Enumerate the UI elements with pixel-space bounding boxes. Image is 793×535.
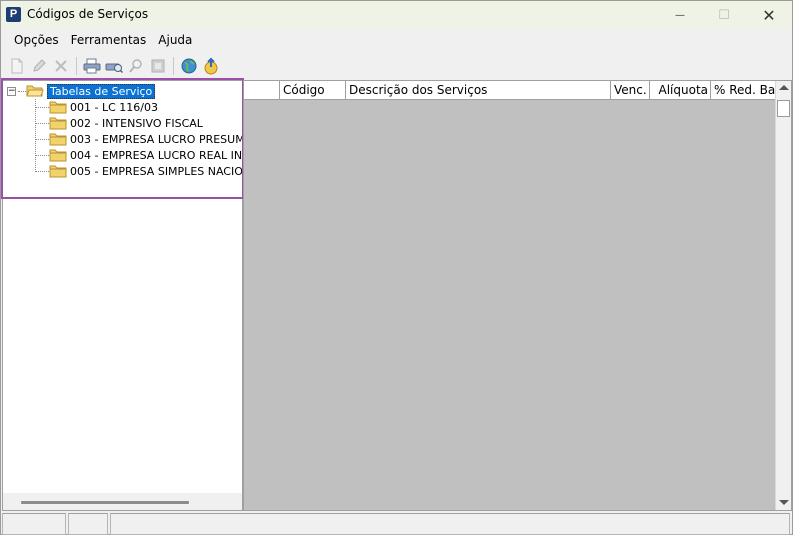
tree-item-label: 004 - EMPRESA LUCRO REAL INTEN [70,148,243,162]
column-header-venc[interactable]: Venc. [611,81,650,100]
tree-root-label[interactable]: Tabelas de Serviço [47,83,156,99]
tree-item-label: 003 - EMPRESA LUCRO PRESUMIDO [70,132,243,146]
services-grid[interactable]: Código Descrição dos Serviços Venc. Alíq… [243,80,792,511]
folder-icon [49,101,67,114]
new-document-icon[interactable] [7,56,27,76]
column-header-codigo[interactable]: Código [280,81,346,100]
tree-item-label: 002 - INTENSIVO FISCAL [70,116,203,130]
delete-x-icon[interactable] [51,56,71,76]
print-icon[interactable] [82,56,102,76]
window-title: Códigos de Serviços [27,7,149,21]
minimize-icon: — [675,9,685,21]
maximize-icon: ☐ [718,7,730,23]
column-header-descricao[interactable]: Descrição dos Serviços [346,81,611,100]
print-preview-icon[interactable] [104,56,124,76]
export-icon[interactable] [148,56,168,76]
toolbar-separator [173,57,174,75]
app-logo-icon: P [6,7,21,22]
tree-item-003[interactable]: 003 - EMPRESA LUCRO PRESUMIDO [35,131,243,147]
status-panel [110,513,790,535]
tree-item-label: 005 - EMPRESA SIMPLES NACIONAL [70,164,243,178]
tree-connector [35,106,49,108]
column-header-aliquota[interactable]: Alíquota [650,81,711,100]
tree-item-005[interactable]: 005 - EMPRESA SIMPLES NACIONAL [35,163,243,179]
scroll-thumb[interactable] [777,100,790,117]
tree-connector [35,138,49,140]
close-icon: ✕ [762,5,776,25]
collapse-icon[interactable]: − [7,86,16,96]
folder-icon [49,117,67,130]
tree-item-004[interactable]: 004 - EMPRESA LUCRO REAL INTEN [35,147,243,163]
tree-connector [35,154,49,156]
menu-ajuda[interactable]: Ajuda [152,30,198,50]
tree-scroll-thumb[interactable] [21,501,189,504]
tree-connector [35,122,49,124]
column-header-indicator[interactable] [244,81,280,100]
menu-bar: Opções Ferramentas Ajuda [1,30,198,50]
menu-ferramentas[interactable]: Ferramentas [65,30,153,50]
title-bar: P Códigos de Serviços — ☐ ✕ [1,1,792,29]
search-icon[interactable] [126,56,146,76]
globe-icon[interactable] [179,56,199,76]
maximize-button[interactable]: ☐ [701,1,747,29]
tree-root-node[interactable]: − Tabelas de Serviço [7,83,156,99]
folder-icon [49,133,67,146]
update-icon[interactable] [201,56,221,76]
toolbar [1,54,792,78]
main-window: P Códigos de Serviços — ☐ ✕ Opções Ferra… [0,0,793,535]
status-panel [2,513,66,535]
tree-item-002[interactable]: 002 - INTENSIVO FISCAL [35,115,203,131]
grid-header: Código Descrição dos Serviços Venc. Alíq… [244,81,775,100]
toolbar-separator [76,57,77,75]
service-tables-tree[interactable]: − Tabelas de Serviço 001 - LC 116/03 002… [2,80,243,511]
folder-icon [49,149,67,162]
menu-opcoes[interactable]: Opções [8,30,65,50]
tree-connector [18,90,26,92]
folder-open-icon [26,85,44,97]
edit-pencil-icon[interactable] [29,56,49,76]
status-bar [2,513,793,535]
close-button[interactable]: ✕ [746,1,792,29]
tree-connector [35,170,49,172]
scroll-down-icon[interactable] [779,500,789,505]
minimize-button[interactable]: — [657,1,703,29]
column-header-red-base[interactable]: % Red. Bas [711,81,775,100]
grid-vertical-scrollbar[interactable] [775,81,791,510]
scroll-up-icon[interactable] [779,85,789,90]
folder-icon [49,165,67,178]
tree-item-label: 001 - LC 116/03 [70,100,158,114]
status-panel [68,513,108,535]
tree-item-001[interactable]: 001 - LC 116/03 [35,99,158,115]
